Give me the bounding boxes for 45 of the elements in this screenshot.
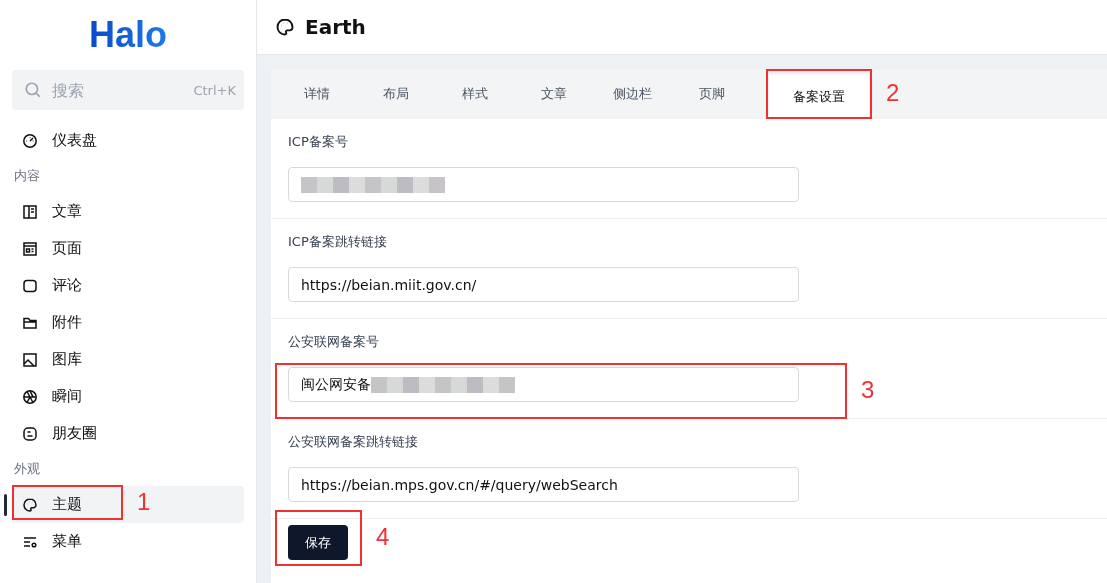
palette-icon (22, 496, 38, 513)
tab[interactable]: 详情 (277, 69, 356, 119)
field-label: ICP备案号 (288, 133, 349, 151)
annotation-number: 1 (137, 487, 151, 516)
search-input[interactable]: 搜索 (50, 79, 194, 101)
save-button[interactable]: 保存 (288, 525, 348, 560)
search-icon (24, 81, 42, 99)
input-field[interactable]: https://beian.miit.gov.cn/ (288, 267, 799, 302)
sidebar-item[interactable]: 瞬间 (12, 378, 244, 415)
field-label: ICP备案跳转链接 (288, 233, 388, 251)
tab[interactable]: 侧边栏 (593, 69, 672, 119)
annotation-number: 2 (886, 79, 900, 107)
sidebar-item[interactable]: 图库 (12, 341, 244, 378)
blog-icon (22, 425, 38, 442)
sidebar-item[interactable]: 文章 (12, 193, 244, 230)
group-title: 内容 (13, 167, 41, 185)
page-title: Earth (305, 15, 366, 39)
sidebar-item[interactable]: 附件 (12, 304, 244, 341)
annotation-number: 3 (861, 376, 875, 404)
input-field[interactable]: https://beian.mps.gov.cn/#/query/webSearch (288, 467, 799, 502)
field-label: 公安联网备案号 (288, 333, 380, 351)
input-field[interactable]: 闽公网安备 (288, 367, 799, 402)
field-label: 公安联网备案跳转链接 (288, 433, 419, 451)
annotation-number: 4 (376, 523, 390, 551)
tab[interactable]: 页脚 (672, 69, 751, 119)
tab[interactable]: 文章 (514, 69, 593, 119)
book-icon (22, 203, 38, 220)
gauge-icon (22, 132, 38, 149)
active-indicator (4, 494, 7, 516)
shortcut-hint: Ctrl+K (193, 82, 236, 98)
aperture-icon (22, 388, 38, 405)
input-field[interactable] (288, 167, 799, 202)
page-icon (22, 240, 38, 257)
group-title: 外观 (13, 460, 41, 478)
sidebar-item[interactable]: 页面 (12, 230, 244, 267)
palette-icon (275, 17, 295, 37)
sidebar-item[interactable]: 评论 (12, 267, 244, 304)
tab[interactable]: 样式 (435, 69, 514, 119)
tab[interactable]: 备案设置 (769, 75, 869, 119)
tab[interactable]: 布局 (356, 69, 435, 119)
image-icon (22, 351, 38, 368)
comment-icon (22, 277, 38, 294)
sidebar-item[interactable]: 朋友圈 (12, 415, 244, 452)
sidebar-item[interactable]: 仪表盘 (12, 122, 244, 159)
sidebar-item[interactable]: 菜单 (12, 523, 244, 560)
